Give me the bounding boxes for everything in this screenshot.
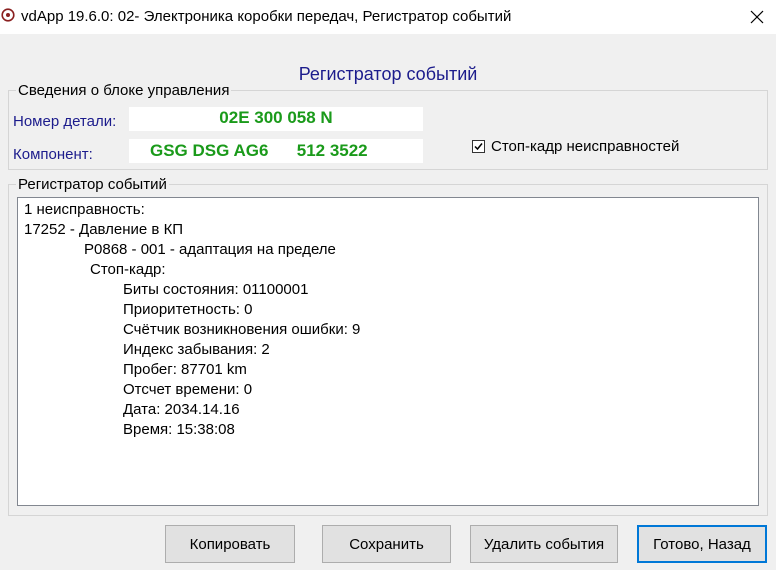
freeze-frame-checkbox[interactable]: Стоп-кадр неисправностей bbox=[472, 137, 679, 155]
event-log-legend: Регистратор событий bbox=[16, 176, 169, 193]
log-line: Стоп-кадр: bbox=[90, 261, 166, 278]
save-button[interactable]: Сохранить bbox=[322, 525, 451, 563]
page-heading-text: Регистратор событий bbox=[298, 64, 478, 84]
done-back-button[interactable]: Готово, Назад bbox=[637, 525, 767, 563]
log-line: P0868 - 001 - адаптация на пределе bbox=[84, 241, 336, 258]
freeze-frame-checkbox-label[interactable]: Стоп-кадр неисправностей bbox=[491, 138, 679, 155]
log-line: Приоритетность: 0 bbox=[123, 301, 253, 318]
log-line: Отсчет времени: 0 bbox=[123, 381, 253, 398]
component-label: Компонент: bbox=[13, 146, 93, 163]
window-title: vdApp 19.6.0: 02- Электроника коробки пе… bbox=[21, 8, 512, 25]
delete-events-button[interactable]: Удалить события bbox=[470, 525, 618, 563]
part-number-label: Номер детали: bbox=[13, 113, 117, 130]
control-unit-info-legend: Сведения о блоке управления bbox=[16, 82, 232, 99]
event-log-textarea[interactable]: 1 неисправность: 17252 - Давление в КП P… bbox=[17, 197, 759, 506]
log-line: 17252 - Давление в КП bbox=[24, 221, 184, 238]
log-line: 1 неисправность: bbox=[24, 201, 145, 218]
close-button[interactable] bbox=[738, 0, 776, 34]
log-line: Счётчик возникновения ошибки: 9 bbox=[123, 321, 361, 338]
component-field: GSG DSG AG6 512 3522 bbox=[129, 139, 423, 163]
freeze-frame-checkbox-box[interactable] bbox=[472, 139, 485, 153]
copy-button[interactable]: Копировать bbox=[165, 525, 295, 563]
log-line: Биты состояния: 01100001 bbox=[123, 281, 309, 298]
log-line: Индекс забывания: 2 bbox=[123, 341, 270, 358]
log-line: Пробег: 87701 km bbox=[123, 361, 247, 378]
part-number-field: 02E 300 058 N bbox=[129, 107, 423, 131]
title-bar: vdApp 19.6.0: 02- Электроника коробки пе… bbox=[0, 0, 776, 34]
log-line: Дата: 2034.14.16 bbox=[123, 401, 240, 418]
close-icon bbox=[750, 10, 764, 24]
log-line: Время: 15:38:08 bbox=[123, 421, 235, 438]
checkmark-icon bbox=[474, 142, 483, 150]
vdapp-logo-icon bbox=[1, 8, 15, 22]
